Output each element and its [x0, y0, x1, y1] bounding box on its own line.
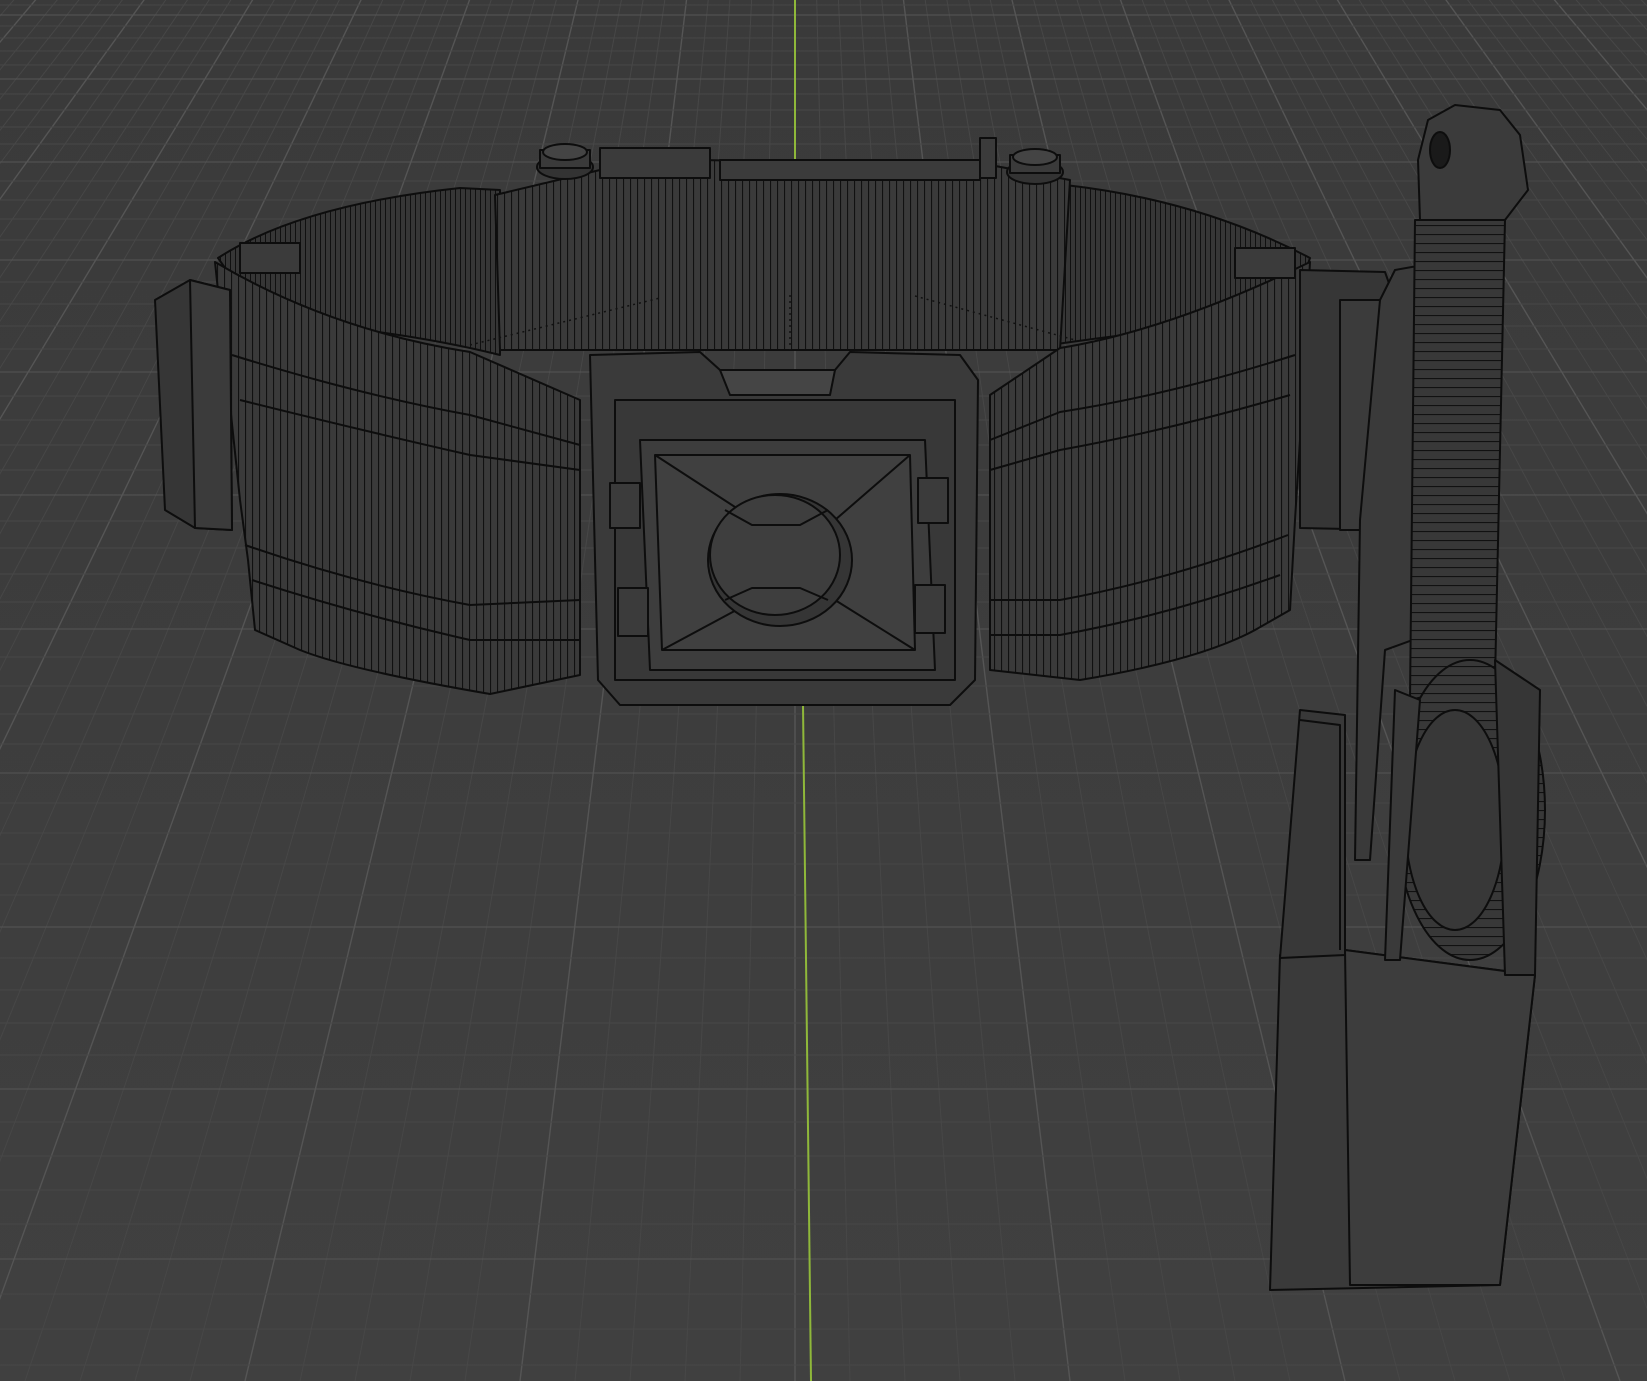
buckle-top-bevel — [719, 369, 836, 396]
tool-grip-ribs — [1409, 219, 1506, 701]
tool-wheel-inner — [1404, 709, 1506, 931]
bolt-left-top — [542, 143, 588, 161]
3d-viewport[interactable] — [0, 0, 1647, 1381]
viewport-canvas[interactable] — [0, 0, 1647, 1381]
buckle-tab-bl — [617, 587, 649, 637]
rear-plate-mid — [719, 159, 981, 181]
buckle-mesh[interactable] — [589, 351, 979, 706]
belt-top-clip-left — [239, 242, 301, 274]
buckle-tab-br — [914, 584, 946, 634]
rear-clip — [979, 137, 997, 179]
belt-rear-block — [494, 159, 1071, 351]
buckle-tab-tl — [609, 482, 641, 529]
side-pouch-left-face — [189, 279, 233, 531]
holster-box-front — [1344, 949, 1536, 1286]
rear-plate-top — [599, 147, 711, 179]
bolt-right-top — [1012, 148, 1058, 166]
belt-top-clip-right — [1234, 247, 1296, 279]
tool-head-hole — [1429, 131, 1451, 169]
buckle-tab-tr — [917, 477, 949, 524]
